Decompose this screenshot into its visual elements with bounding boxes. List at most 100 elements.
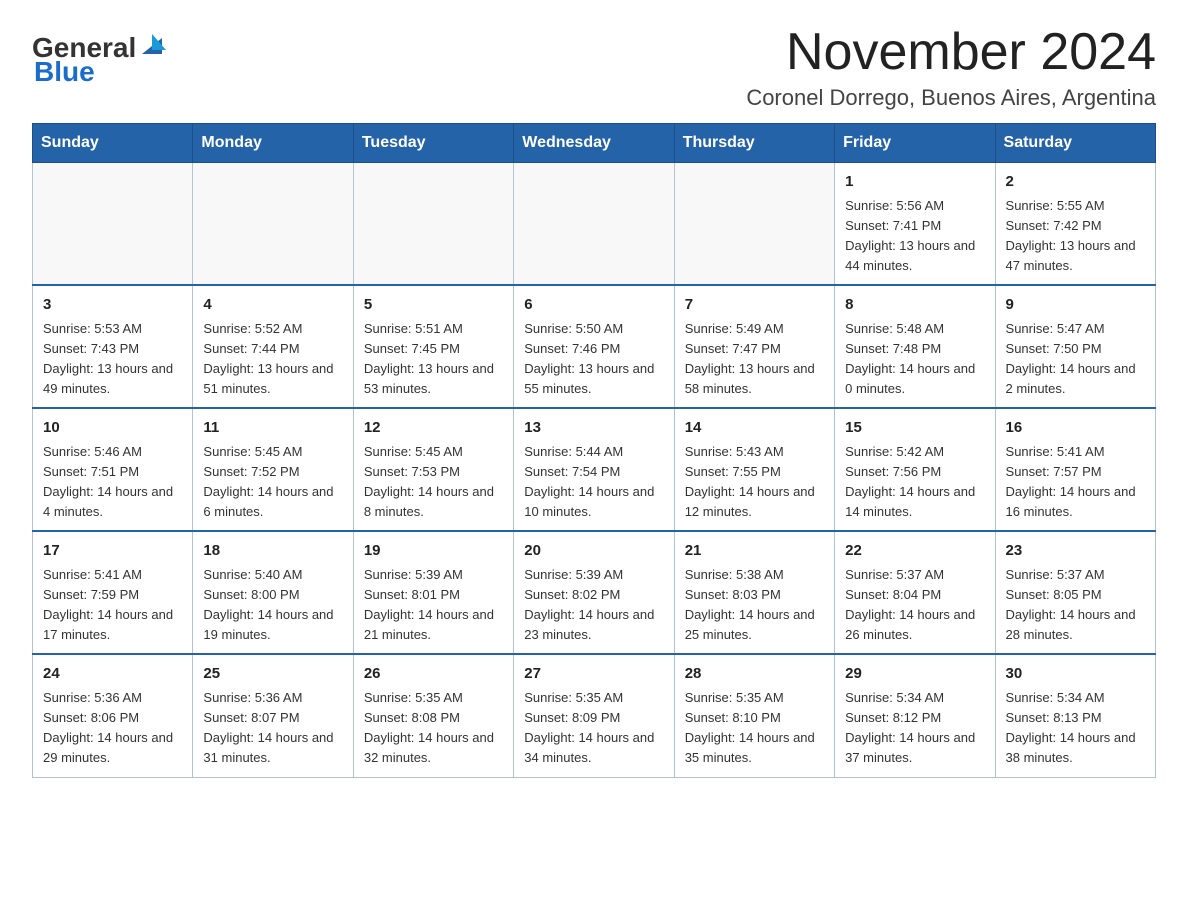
day-number: 28 (685, 663, 824, 686)
weekday-header-saturday: Saturday (995, 124, 1155, 163)
day-number: 5 (364, 294, 503, 317)
weekday-header-sunday: Sunday (33, 124, 193, 163)
day-number: 23 (1006, 540, 1145, 563)
weekday-header-friday: Friday (835, 124, 995, 163)
day-info: Sunrise: 5:37 AM Sunset: 8:05 PM Dayligh… (1006, 565, 1145, 646)
day-info: Sunrise: 5:35 AM Sunset: 8:10 PM Dayligh… (685, 688, 824, 769)
calendar-cell: 20Sunrise: 5:39 AM Sunset: 8:02 PM Dayli… (514, 531, 674, 654)
calendar-cell: 16Sunrise: 5:41 AM Sunset: 7:57 PM Dayli… (995, 408, 1155, 531)
month-title: November 2024 (746, 24, 1156, 81)
day-info: Sunrise: 5:43 AM Sunset: 7:55 PM Dayligh… (685, 442, 824, 523)
day-info: Sunrise: 5:44 AM Sunset: 7:54 PM Dayligh… (524, 442, 663, 523)
calendar-cell: 22Sunrise: 5:37 AM Sunset: 8:04 PM Dayli… (835, 531, 995, 654)
day-number: 27 (524, 663, 663, 686)
day-number: 14 (685, 417, 824, 440)
day-info: Sunrise: 5:55 AM Sunset: 7:42 PM Dayligh… (1006, 196, 1145, 277)
weekday-header-monday: Monday (193, 124, 353, 163)
day-number: 8 (845, 294, 984, 317)
weekday-header-thursday: Thursday (674, 124, 834, 163)
day-number: 7 (685, 294, 824, 317)
calendar-cell: 3Sunrise: 5:53 AM Sunset: 7:43 PM Daylig… (33, 285, 193, 408)
page-header: General Blue November 2024 Coronel Dorre… (32, 24, 1156, 111)
day-info: Sunrise: 5:46 AM Sunset: 7:51 PM Dayligh… (43, 442, 182, 523)
day-info: Sunrise: 5:39 AM Sunset: 8:02 PM Dayligh… (524, 565, 663, 646)
calendar-cell: 27Sunrise: 5:35 AM Sunset: 8:09 PM Dayli… (514, 654, 674, 777)
day-info: Sunrise: 5:41 AM Sunset: 7:59 PM Dayligh… (43, 565, 182, 646)
calendar-cell: 7Sunrise: 5:49 AM Sunset: 7:47 PM Daylig… (674, 285, 834, 408)
calendar-cell: 11Sunrise: 5:45 AM Sunset: 7:52 PM Dayli… (193, 408, 353, 531)
day-info: Sunrise: 5:38 AM Sunset: 8:03 PM Dayligh… (685, 565, 824, 646)
calendar-cell: 6Sunrise: 5:50 AM Sunset: 7:46 PM Daylig… (514, 285, 674, 408)
day-info: Sunrise: 5:36 AM Sunset: 8:06 PM Dayligh… (43, 688, 182, 769)
logo-triangle-icon (138, 30, 166, 58)
day-number: 15 (845, 417, 984, 440)
day-info: Sunrise: 5:47 AM Sunset: 7:50 PM Dayligh… (1006, 319, 1145, 400)
calendar-cell: 4Sunrise: 5:52 AM Sunset: 7:44 PM Daylig… (193, 285, 353, 408)
logo-blue: Blue (34, 56, 95, 88)
location-subtitle: Coronel Dorrego, Buenos Aires, Argentina (746, 85, 1156, 111)
calendar-body: 1Sunrise: 5:56 AM Sunset: 7:41 PM Daylig… (33, 163, 1156, 777)
calendar-cell: 25Sunrise: 5:36 AM Sunset: 8:07 PM Dayli… (193, 654, 353, 777)
day-info: Sunrise: 5:37 AM Sunset: 8:04 PM Dayligh… (845, 565, 984, 646)
day-number: 22 (845, 540, 984, 563)
day-info: Sunrise: 5:35 AM Sunset: 8:09 PM Dayligh… (524, 688, 663, 769)
day-info: Sunrise: 5:45 AM Sunset: 7:52 PM Dayligh… (203, 442, 342, 523)
day-number: 25 (203, 663, 342, 686)
calendar-cell: 19Sunrise: 5:39 AM Sunset: 8:01 PM Dayli… (353, 531, 513, 654)
calendar-week-row: 3Sunrise: 5:53 AM Sunset: 7:43 PM Daylig… (33, 285, 1156, 408)
calendar-cell: 28Sunrise: 5:35 AM Sunset: 8:10 PM Dayli… (674, 654, 834, 777)
day-number: 16 (1006, 417, 1145, 440)
calendar-header: SundayMondayTuesdayWednesdayThursdayFrid… (33, 124, 1156, 163)
day-number: 30 (1006, 663, 1145, 686)
calendar-cell: 21Sunrise: 5:38 AM Sunset: 8:03 PM Dayli… (674, 531, 834, 654)
calendar-cell (193, 163, 353, 286)
day-info: Sunrise: 5:51 AM Sunset: 7:45 PM Dayligh… (364, 319, 503, 400)
day-number: 6 (524, 294, 663, 317)
day-number: 11 (203, 417, 342, 440)
day-number: 3 (43, 294, 182, 317)
calendar-cell: 13Sunrise: 5:44 AM Sunset: 7:54 PM Dayli… (514, 408, 674, 531)
calendar-cell (514, 163, 674, 286)
day-number: 29 (845, 663, 984, 686)
day-info: Sunrise: 5:42 AM Sunset: 7:56 PM Dayligh… (845, 442, 984, 523)
day-info: Sunrise: 5:53 AM Sunset: 7:43 PM Dayligh… (43, 319, 182, 400)
calendar-cell: 10Sunrise: 5:46 AM Sunset: 7:51 PM Dayli… (33, 408, 193, 531)
day-number: 21 (685, 540, 824, 563)
day-info: Sunrise: 5:45 AM Sunset: 7:53 PM Dayligh… (364, 442, 503, 523)
calendar-cell (33, 163, 193, 286)
day-info: Sunrise: 5:34 AM Sunset: 8:12 PM Dayligh… (845, 688, 984, 769)
logo: General Blue (32, 32, 164, 88)
day-number: 24 (43, 663, 182, 686)
calendar-cell: 30Sunrise: 5:34 AM Sunset: 8:13 PM Dayli… (995, 654, 1155, 777)
calendar-cell (674, 163, 834, 286)
calendar-cell: 12Sunrise: 5:45 AM Sunset: 7:53 PM Dayli… (353, 408, 513, 531)
calendar-cell: 9Sunrise: 5:47 AM Sunset: 7:50 PM Daylig… (995, 285, 1155, 408)
weekday-header-row: SundayMondayTuesdayWednesdayThursdayFrid… (33, 124, 1156, 163)
weekday-header-wednesday: Wednesday (514, 124, 674, 163)
day-number: 12 (364, 417, 503, 440)
day-info: Sunrise: 5:34 AM Sunset: 8:13 PM Dayligh… (1006, 688, 1145, 769)
day-number: 20 (524, 540, 663, 563)
calendar-cell: 29Sunrise: 5:34 AM Sunset: 8:12 PM Dayli… (835, 654, 995, 777)
day-info: Sunrise: 5:39 AM Sunset: 8:01 PM Dayligh… (364, 565, 503, 646)
calendar-cell: 23Sunrise: 5:37 AM Sunset: 8:05 PM Dayli… (995, 531, 1155, 654)
day-number: 19 (364, 540, 503, 563)
day-info: Sunrise: 5:52 AM Sunset: 7:44 PM Dayligh… (203, 319, 342, 400)
calendar-cell (353, 163, 513, 286)
calendar-cell: 17Sunrise: 5:41 AM Sunset: 7:59 PM Dayli… (33, 531, 193, 654)
calendar-table: SundayMondayTuesdayWednesdayThursdayFrid… (32, 123, 1156, 777)
day-info: Sunrise: 5:49 AM Sunset: 7:47 PM Dayligh… (685, 319, 824, 400)
calendar-cell: 18Sunrise: 5:40 AM Sunset: 8:00 PM Dayli… (193, 531, 353, 654)
weekday-header-tuesday: Tuesday (353, 124, 513, 163)
day-info: Sunrise: 5:56 AM Sunset: 7:41 PM Dayligh… (845, 196, 984, 277)
day-info: Sunrise: 5:50 AM Sunset: 7:46 PM Dayligh… (524, 319, 663, 400)
calendar-week-row: 24Sunrise: 5:36 AM Sunset: 8:06 PM Dayli… (33, 654, 1156, 777)
calendar-week-row: 17Sunrise: 5:41 AM Sunset: 7:59 PM Dayli… (33, 531, 1156, 654)
day-number: 4 (203, 294, 342, 317)
day-info: Sunrise: 5:40 AM Sunset: 8:00 PM Dayligh… (203, 565, 342, 646)
calendar-cell: 26Sunrise: 5:35 AM Sunset: 8:08 PM Dayli… (353, 654, 513, 777)
calendar-cell: 24Sunrise: 5:36 AM Sunset: 8:06 PM Dayli… (33, 654, 193, 777)
calendar-cell: 2Sunrise: 5:55 AM Sunset: 7:42 PM Daylig… (995, 163, 1155, 286)
day-number: 2 (1006, 171, 1145, 194)
day-info: Sunrise: 5:48 AM Sunset: 7:48 PM Dayligh… (845, 319, 984, 400)
